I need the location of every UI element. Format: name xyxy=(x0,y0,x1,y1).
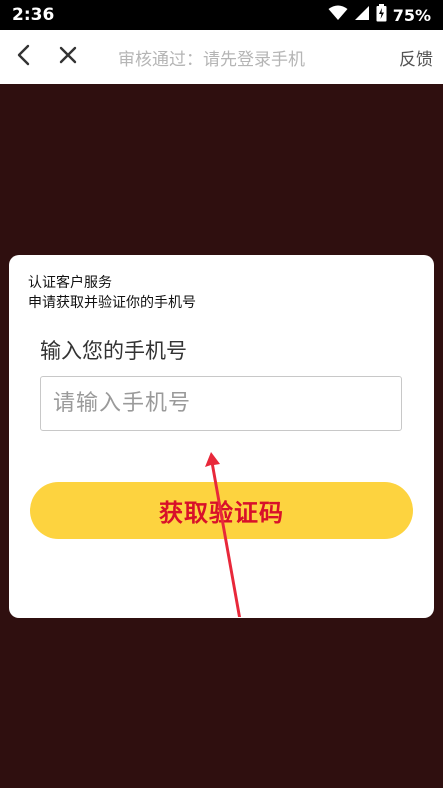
back-button[interactable] xyxy=(2,30,46,84)
nav-bar: 审核通过：请先登录手机 反馈 xyxy=(0,30,443,84)
get-code-button[interactable]: 获取验证码 xyxy=(30,482,413,539)
battery-percent: 75% xyxy=(392,5,431,25)
phone-label: 输入您的手机号 xyxy=(40,339,187,363)
status-icons: 75% xyxy=(328,4,431,26)
close-icon xyxy=(58,45,78,69)
feedback-button[interactable]: 反馈 xyxy=(399,30,433,84)
wifi-icon xyxy=(328,5,348,25)
chevron-left-icon xyxy=(16,44,32,70)
dialog-title: 认证客户服务 xyxy=(28,275,112,291)
close-button[interactable] xyxy=(46,30,90,84)
status-bar: 2:36 75% xyxy=(0,0,443,30)
battery-icon xyxy=(376,4,387,26)
status-time: 2:36 xyxy=(12,5,55,25)
dialog-subtitle: 申请获取并验证你的手机号 xyxy=(28,295,196,311)
phone-input[interactable] xyxy=(40,376,402,431)
page-title: 审核通过：请先登录手机 xyxy=(118,49,305,70)
verification-dialog: 认证客户服务 申请获取并验证你的手机号 输入您的手机号 获取验证码 xyxy=(9,255,434,618)
cellular-signal-icon xyxy=(354,5,370,25)
